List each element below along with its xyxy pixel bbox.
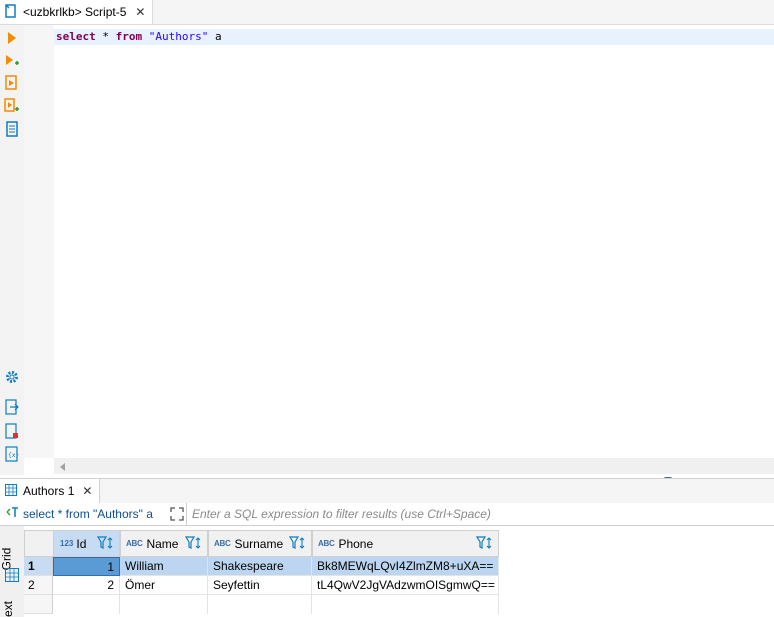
cell-phone[interactable]: Bk8MEWqLQvI4ZlmZM8+uXA== xyxy=(312,557,499,576)
sql-script-icon xyxy=(4,3,18,21)
column-header-id[interactable]: 123 Id xyxy=(53,530,120,557)
editor-tab-bar: <uzbkrlkb> Script-5 ✕ xyxy=(0,0,774,25)
sql-editor[interactable]: select * from "Authors" a xyxy=(54,25,774,458)
variables-icon[interactable]: {x} xyxy=(4,446,20,462)
row-number[interactable]: 1 xyxy=(24,557,53,576)
expand-filter-icon[interactable] xyxy=(170,507,184,524)
column-header-label: Name xyxy=(146,536,179,551)
column-header-name[interactable]: ABC Name xyxy=(120,530,208,557)
filter-sort-icon[interactable] xyxy=(288,536,307,553)
results-tab-bar: Authors 1 ✕ xyxy=(0,478,774,504)
sql-statement[interactable]: select * from "Authors" a xyxy=(56,29,222,45)
cell-phone[interactable]: tL4QwV2JgVAdzwmOISgmwQ== xyxy=(312,576,499,595)
gear-icon[interactable] xyxy=(4,369,20,385)
column-header-surname[interactable]: ABC Surname xyxy=(208,530,312,557)
grid-view-label: Grid xyxy=(0,547,14,571)
editor-horizontal-scrollbar[interactable] xyxy=(54,458,774,474)
keyword-from: from xyxy=(115,30,143,43)
grid-corner xyxy=(24,530,54,557)
sql-token: * xyxy=(95,30,116,43)
execute-in-new-tab-icon[interactable] xyxy=(4,53,20,69)
editor-tab-label: <uzbkrlkb> Script-5 xyxy=(23,5,127,19)
filter-placeholder: Enter a SQL expression to filter results… xyxy=(192,507,491,521)
execute-script-icon[interactable] xyxy=(4,75,20,91)
filter-sort-icon[interactable] xyxy=(184,536,203,553)
scroll-left-icon[interactable] xyxy=(58,461,66,475)
cell-surname[interactable]: Shakespeare xyxy=(208,557,312,576)
keyword-select: select xyxy=(56,30,96,43)
cell-id[interactable]: 1 xyxy=(53,557,120,576)
column-header-phone[interactable]: ABC Phone xyxy=(312,530,499,557)
grid-view-button[interactable]: Grid xyxy=(0,534,23,585)
empty-row-header xyxy=(24,595,53,614)
table-grid-icon xyxy=(5,483,17,499)
empty-cell xyxy=(208,595,312,614)
column-header-label: Id xyxy=(76,536,87,551)
execute-script-new-tab-icon[interactable] xyxy=(4,98,20,114)
filter-input[interactable]: Enter a SQL expression to filter results… xyxy=(186,503,774,525)
cell-name[interactable]: Ömer xyxy=(120,576,208,595)
text-type-icon: ABC xyxy=(126,539,143,548)
filter-bar: select * from "Authors" a Enter a SQL ex… xyxy=(0,503,774,526)
line-number-gutter xyxy=(24,25,54,458)
cell-id[interactable]: 2 xyxy=(53,576,120,595)
results-grid: 123 Id ABC Name ABC Surname ABC Phone 1 … xyxy=(24,526,774,617)
text-view-button[interactable]: ext xyxy=(1,596,23,617)
results-tab-authors-1[interactable]: Authors 1 ✕ xyxy=(0,479,100,503)
text-view-label: ext xyxy=(1,600,16,617)
text-type-icon: ABC xyxy=(318,539,335,548)
sql-space xyxy=(142,30,149,43)
table-alias: a xyxy=(208,30,222,43)
filter-sort-icon[interactable] xyxy=(96,536,115,553)
explain-plan-icon[interactable] xyxy=(4,121,20,137)
query-label: select * from "Authors" a xyxy=(23,507,153,521)
close-icon[interactable]: ✕ xyxy=(82,484,92,498)
editor-tab-script-5[interactable]: <uzbkrlkb> Script-5 ✕ xyxy=(0,0,153,24)
filter-sort-icon[interactable] xyxy=(475,536,494,553)
svg-text:{x}: {x} xyxy=(8,452,19,459)
query-text[interactable]: select * from "Authors" a xyxy=(6,503,153,525)
execute-statement-icon[interactable] xyxy=(4,30,20,46)
empty-cell xyxy=(120,595,208,614)
output-icon[interactable] xyxy=(4,423,20,439)
results-view-switcher: Grid ext xyxy=(0,526,25,617)
empty-cell xyxy=(312,595,499,614)
row-number[interactable]: 2 xyxy=(24,576,53,595)
grid-icon xyxy=(5,568,19,585)
results-tab-label: Authors 1 xyxy=(23,484,75,498)
text-type-icon: ABC xyxy=(214,539,231,548)
numeric-type-icon: 123 xyxy=(60,539,74,548)
sql-query-icon xyxy=(6,503,20,525)
cell-surname[interactable]: Seyfettin xyxy=(208,576,312,595)
close-icon[interactable]: ✕ xyxy=(135,5,145,19)
column-header-label: Phone xyxy=(338,536,374,551)
empty-cell xyxy=(53,595,120,614)
table-identifier: "Authors" xyxy=(148,30,209,43)
export-icon[interactable] xyxy=(4,399,20,415)
column-header-label: Surname xyxy=(234,536,284,551)
editor-left-toolbar: {x} xyxy=(0,25,24,475)
cell-name[interactable]: William xyxy=(120,557,208,576)
